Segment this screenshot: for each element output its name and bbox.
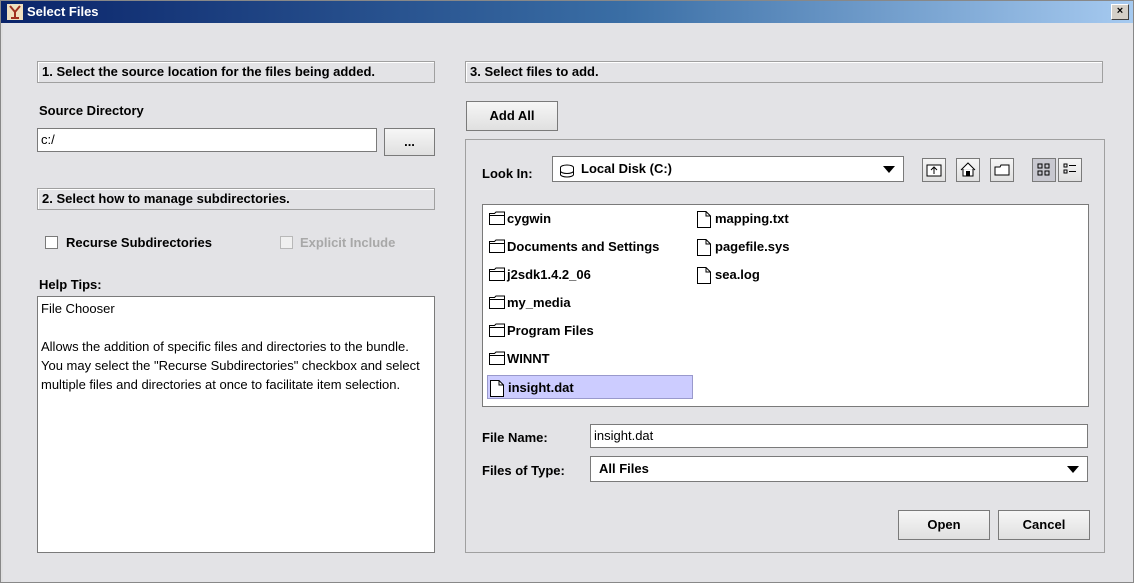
file-item-label: WINNT <box>507 351 550 366</box>
cancel-button[interactable]: Cancel <box>998 510 1090 540</box>
folder-item[interactable]: Documents and Settings <box>487 235 659 259</box>
source-directory-input[interactable]: c:/ <box>37 128 377 152</box>
up-folder-icon <box>926 164 942 177</box>
files-of-type-label: Files of Type: <box>482 463 565 478</box>
file-item-label: insight.dat <box>508 380 574 395</box>
file-item-label: my_media <box>507 295 571 310</box>
details-view-icon <box>1063 163 1076 174</box>
look-in-dropdown[interactable]: Local Disk (C:) <box>552 156 904 182</box>
title-bar[interactable]: Select Files × <box>1 1 1133 23</box>
browse-button[interactable]: ... <box>384 128 435 156</box>
file-name-input[interactable]: insight.dat <box>590 424 1088 448</box>
dropdown-arrow-icon <box>1067 466 1079 473</box>
new-folder-button[interactable] <box>990 158 1014 182</box>
file-item[interactable]: insight.dat <box>487 375 693 399</box>
dialog-content: 1. Select the source location for the fi… <box>3 23 1133 582</box>
file-item-label: sea.log <box>715 267 760 282</box>
dropdown-arrow-icon <box>883 166 895 173</box>
help-tips-label: Help Tips: <box>39 277 102 292</box>
file-item[interactable]: pagefile.sys <box>695 235 789 259</box>
file-item-label: pagefile.sys <box>715 239 790 254</box>
disk-drive-icon <box>559 162 575 186</box>
list-view-button[interactable] <box>1032 158 1056 182</box>
files-of-type-value: All Files <box>599 461 649 476</box>
file-item-label: Documents and Settings <box>507 239 660 254</box>
folder-item[interactable]: j2sdk1.4.2_06 <box>487 263 591 287</box>
close-button[interactable]: × <box>1111 4 1129 20</box>
explicit-include-checkbox[interactable] <box>280 236 293 249</box>
file-list[interactable]: cygwin Documents and Settings j2sdk1.4.2_0… <box>482 204 1089 407</box>
file-item[interactable]: sea.log <box>695 263 760 287</box>
file-item[interactable]: mapping.txt <box>695 207 789 231</box>
folder-item[interactable]: Program Files <box>487 319 594 343</box>
recurse-subdirectories-checkbox[interactable] <box>45 236 58 249</box>
look-in-value: Local Disk (C:) <box>581 161 673 176</box>
file-item-label: Program Files <box>507 323 594 338</box>
folder-item[interactable]: cygwin <box>487 207 551 231</box>
file-name-label: File Name: <box>482 430 548 445</box>
explicit-include-label: Explicit Include <box>300 235 396 250</box>
file-item-label: j2sdk1.4.2_06 <box>507 267 591 282</box>
add-all-button[interactable]: Add All <box>466 101 558 131</box>
java-app-icon <box>7 4 23 20</box>
files-of-type-dropdown[interactable]: All Files <box>590 456 1088 482</box>
list-view-icon <box>1037 163 1050 176</box>
file-item-label: mapping.txt <box>715 211 789 226</box>
file-item-label: cygwin <box>507 211 552 226</box>
step2-header: 2. Select how to manage subdirectories. <box>37 188 435 210</box>
home-icon <box>960 162 976 177</box>
file-chooser-panel: Look In: Local Disk (C:) cygwin Document… <box>465 139 1105 553</box>
look-in-label: Look In: <box>482 166 533 181</box>
step1-header: 1. Select the source location for the fi… <box>37 61 435 83</box>
home-button[interactable] <box>956 158 980 182</box>
source-directory-label: Source Directory <box>39 103 144 118</box>
help-tips-text: File Chooser Allows the addition of spec… <box>37 296 435 553</box>
folder-item[interactable]: my_media <box>487 291 571 315</box>
up-folder-button[interactable] <box>922 158 946 182</box>
details-view-button[interactable] <box>1058 158 1082 182</box>
window-title: Select Files <box>27 4 99 19</box>
open-button[interactable]: Open <box>898 510 990 540</box>
recurse-subdirectories-label: Recurse Subdirectories <box>66 235 212 250</box>
step3-header: 3. Select files to add. <box>465 61 1103 83</box>
new-folder-icon <box>994 164 1010 176</box>
select-files-dialog: Select Files × 1. Select the source loca… <box>0 0 1134 583</box>
folder-item[interactable]: WINNT <box>487 347 550 371</box>
